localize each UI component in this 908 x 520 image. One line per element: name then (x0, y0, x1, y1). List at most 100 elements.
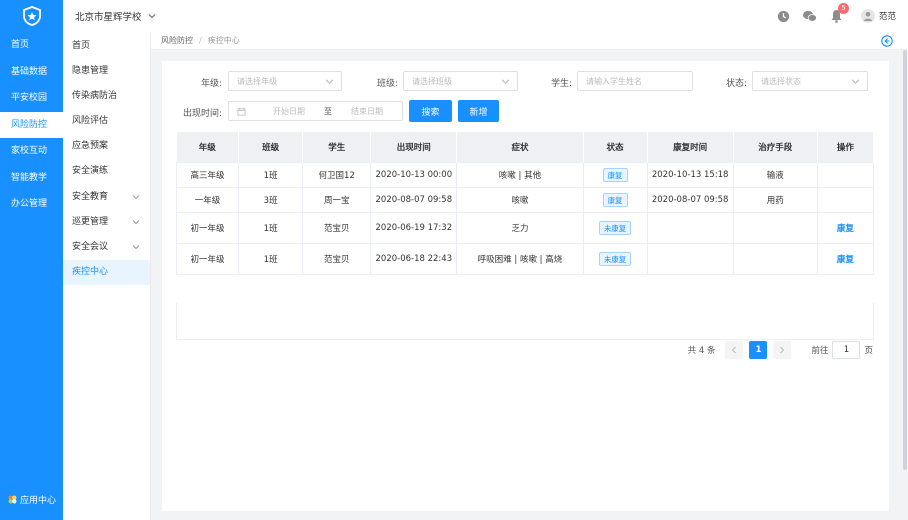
class-placeholder: 请选择班级 (412, 76, 452, 86)
column-header: 症状 (456, 132, 584, 162)
add-button[interactable]: 新增 (458, 100, 499, 122)
start-date-placeholder[interactable]: 开始日期 (260, 106, 318, 117)
submenu-item-label: 隐患管理 (72, 66, 109, 77)
goto-label: 前往 (811, 346, 829, 356)
cell-text: 初一年级 (190, 223, 225, 234)
app-logo[interactable] (0, 0, 63, 32)
sidebar-item-5[interactable]: 智能教学 (0, 165, 63, 192)
school-name: 北京市星辉学校 (75, 12, 142, 23)
end-date-placeholder[interactable]: 结束日期 (338, 106, 396, 117)
disease-table: 年级 班级 学生 出现时间 症状 状态 康复时间 治疗手段 操作 高三年级 1班 何卫国12 2020… (175, 132, 875, 275)
class-select[interactable]: 请选择班级 (403, 71, 518, 91)
submenu-item-label: 传染病防治 (72, 91, 118, 102)
cell-text: 初一年级 (190, 254, 225, 265)
user-menu[interactable]: 范范 (860, 9, 896, 23)
table-cell-grade: 一年级 (175, 186, 240, 213)
top-header: 北京市星辉学校 5 范范 (63, 0, 908, 32)
student-placeholder: 请输入学生姓名 (586, 76, 642, 86)
breadcrumb-parent[interactable]: 风险防控 (161, 35, 193, 46)
goto-page-input[interactable]: 1 (832, 341, 861, 359)
user-name: 范范 (878, 12, 896, 22)
submenu-item-6[interactable]: 安全教育 (63, 185, 150, 210)
cell-text: 何卫国12 (318, 170, 355, 181)
chevron-down-icon (501, 77, 510, 86)
cell-text: 高三年级 (190, 170, 225, 181)
submenu-item-label: 应急预案 (72, 141, 109, 152)
table-cell-student: 周一宝 (302, 186, 372, 213)
grade-placeholder: 请选择年级 (237, 76, 277, 86)
content-panel: 年级: 请选择年级 班级: 请选择班级 学生: 请输入学生姓名 状态: 请选择状… (162, 61, 889, 511)
table-cell-symptom: 咳嗽 | 其他 (456, 161, 584, 188)
wechat-icon[interactable] (802, 10, 818, 23)
submenu-item-3[interactable]: 风险评估 (63, 109, 150, 134)
calendar-icon (237, 107, 246, 116)
submenu-item-1[interactable]: 隐患管理 (63, 59, 150, 84)
submenu-item-2[interactable]: 传染病防治 (63, 84, 150, 109)
sidebar-item-2[interactable]: 平安校园 (0, 85, 63, 112)
status-badge: 康复 (602, 192, 628, 207)
table-cell-grade: 高三年级 (175, 161, 240, 188)
status-badge: 未康复 (598, 220, 632, 235)
student-input[interactable]: 请输入学生姓名 (577, 71, 693, 91)
cell-text: 用药 (766, 195, 784, 206)
date-range-picker[interactable]: 开始日期 至 结束日期 (228, 101, 403, 121)
main-sidebar: 首页 基础数据 平安校园 风险防控 家校互动 智能教学 办公管理 应用中心 (0, 0, 63, 520)
submenu-item-8[interactable]: 安全会议 (63, 235, 150, 260)
page-scrollbar[interactable] (903, 50, 907, 470)
page-number-active[interactable]: 1 (749, 341, 768, 359)
chevron-down-icon (148, 14, 155, 19)
submenu-item-9[interactable]: 疾控中心 (63, 259, 150, 285)
search-button[interactable]: 搜索 (409, 100, 452, 122)
table-row: 高三年级 1班 何卫国12 2020-10-13 00:00 咳嗽 | 其他 康复 2020… (175, 161, 875, 188)
school-selector[interactable]: 北京市星辉学校 (75, 9, 156, 23)
status-select[interactable]: 请选择状态 (752, 71, 868, 91)
next-page-icon[interactable] (773, 341, 792, 359)
column-header: 年级 (176, 132, 240, 162)
submenu-item-label: 安全演练 (72, 166, 109, 177)
status-badge: 康复 (602, 167, 628, 182)
recover-action-link[interactable]: 康复 (837, 224, 854, 234)
sidebar-item-3[interactable]: 风险防控 (0, 111, 63, 138)
clock-icon[interactable] (777, 10, 790, 23)
cell-text: 范宝贝 (323, 223, 350, 234)
prev-page-icon[interactable] (725, 341, 744, 359)
sidebar-item-6[interactable]: 办公管理 (0, 191, 63, 218)
table-cell-treat (732, 242, 818, 275)
submenu-item-7[interactable]: 巡更管理 (63, 210, 150, 235)
column-header: 班级 (238, 132, 304, 162)
sidebar-item-4[interactable]: 家校互动 (0, 138, 63, 165)
submenu-item-5[interactable]: 安全演练 (63, 159, 150, 184)
breadcrumb-current: 疾控中心 (207, 36, 240, 45)
bell-icon[interactable]: 5 (830, 3, 849, 23)
recover-action-link[interactable]: 康复 (837, 255, 854, 265)
table-cell-time: 2020-06-19 17:32 (370, 211, 458, 244)
sidebar-item-1[interactable]: 基础数据 (0, 59, 63, 86)
column-header: 治疗手段 (733, 132, 818, 162)
table-cell-recover: 2020-08-07 09:58 (646, 186, 734, 213)
app-center-link[interactable]: 应用中心 (8, 493, 56, 506)
table-cell-op (816, 186, 875, 213)
submenu-item-0[interactable]: 首页 (63, 34, 150, 59)
table-cell-status: 未康复 (582, 242, 648, 275)
grade-select[interactable]: 请选择年级 (228, 71, 342, 91)
table-row: 一年级 3班 周一宝 2020-08-07 09:58 咳嗽 康复 2020-08-07 0… (175, 186, 875, 213)
submenu-item-label: 首页 (72, 41, 91, 51)
avatar (860, 9, 875, 23)
cell-text: 2020-08-07 09:58 (651, 194, 729, 205)
chevron-down-icon (132, 243, 140, 251)
table-cell-recover (646, 211, 734, 244)
cell-text: 1班 (263, 170, 278, 181)
cell-text: 2020-06-18 22:43 (375, 253, 453, 264)
student-label: 学生: (550, 79, 572, 89)
sidebar-item-0[interactable]: 首页 (0, 32, 63, 59)
back-icon[interactable] (881, 35, 893, 47)
submenu-item-label: 安全会议 (72, 241, 109, 252)
cell-text: 2020-10-13 15:18 (651, 169, 729, 180)
cell-text: 2020-10-13 00:00 (375, 169, 453, 180)
sub-sidebar: 首页隐患管理传染病防治风险评估应急预案安全演练安全教育巡更管理安全会议疾控中心 (63, 32, 151, 520)
submenu-item-4[interactable]: 应急预案 (63, 134, 150, 159)
table-cell-grade: 初一年级 (175, 242, 240, 275)
cell-text: 咳嗽 (511, 195, 529, 206)
submenu-item-label: 巡更管理 (72, 216, 109, 227)
table-cell-time: 2020-08-07 09:58 (370, 186, 458, 213)
